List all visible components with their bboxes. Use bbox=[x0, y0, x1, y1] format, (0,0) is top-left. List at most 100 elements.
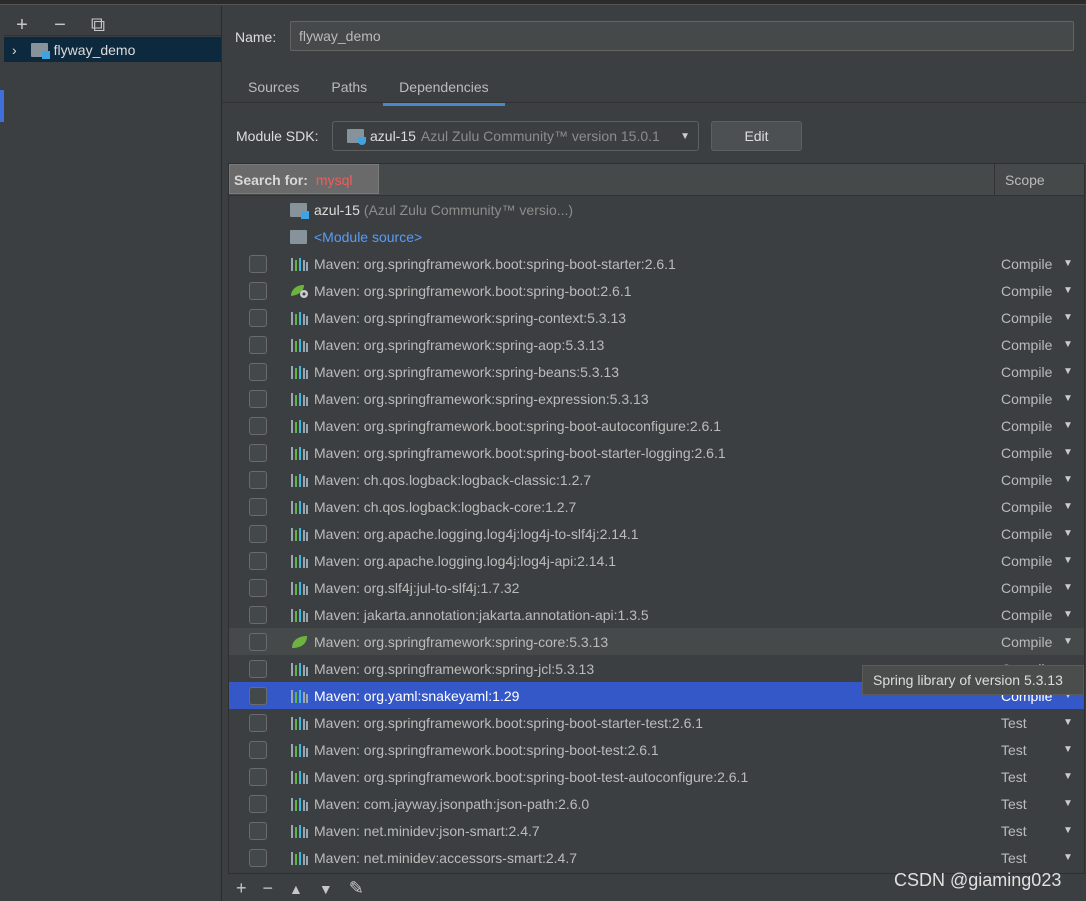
chevron-down-icon[interactable]: ▼ bbox=[1063, 717, 1073, 728]
chevron-right-icon[interactable]: › bbox=[12, 42, 17, 58]
export-checkbox[interactable] bbox=[249, 632, 267, 651]
scope-select[interactable]: Compile bbox=[1001, 418, 1052, 434]
chevron-down-icon[interactable]: ▼ bbox=[1063, 798, 1073, 809]
scope-select[interactable]: Compile bbox=[1001, 634, 1052, 650]
export-checkbox[interactable] bbox=[249, 794, 267, 813]
chevron-down-icon[interactable]: ▼ bbox=[1063, 825, 1073, 836]
dependency-row[interactable]: Maven: org.apache.logging.log4j:log4j-ap… bbox=[229, 547, 1084, 574]
scope-select[interactable]: Compile bbox=[1001, 553, 1052, 569]
chevron-down-icon[interactable]: ▼ bbox=[1063, 636, 1073, 647]
dependency-row[interactable]: Maven: org.springframework.boot:spring-b… bbox=[229, 412, 1084, 439]
chevron-down-icon[interactable]: ▼ bbox=[1063, 474, 1073, 485]
scope-select[interactable]: Compile bbox=[1001, 445, 1052, 461]
chevron-down-icon[interactable]: ▼ bbox=[1063, 393, 1073, 404]
dependency-row[interactable]: Maven: org.springframework.boot:spring-b… bbox=[229, 709, 1084, 736]
dependency-row[interactable]: Maven: org.springframework.boot:spring-b… bbox=[229, 736, 1084, 763]
add-module-button[interactable]: + bbox=[12, 14, 32, 37]
dependency-row[interactable]: Maven: org.springframework.boot:spring-b… bbox=[229, 277, 1084, 304]
move-down-button[interactable]: ▼ bbox=[319, 878, 333, 899]
chevron-down-icon[interactable]: ▼ bbox=[1063, 366, 1073, 377]
export-checkbox[interactable] bbox=[249, 686, 267, 705]
export-checkbox[interactable] bbox=[249, 335, 267, 354]
dependency-row[interactable]: Maven: net.minidev:json-smart:2.4.7 Test… bbox=[229, 817, 1084, 844]
module-source-row[interactable]: <Module source> bbox=[229, 223, 1084, 250]
scope-select[interactable]: Test bbox=[1001, 796, 1027, 812]
scope-select[interactable]: Test bbox=[1001, 850, 1027, 866]
export-checkbox[interactable] bbox=[249, 578, 267, 597]
dependency-row[interactable]: Maven: com.jayway.jsonpath:json-path:2.6… bbox=[229, 790, 1084, 817]
copy-module-button[interactable]: ⧉ bbox=[88, 14, 108, 37]
export-checkbox[interactable] bbox=[249, 281, 267, 300]
scope-select[interactable]: Compile bbox=[1001, 391, 1052, 407]
dependency-row[interactable]: Maven: org.springframework:spring-contex… bbox=[229, 304, 1084, 331]
scope-select[interactable]: Compile bbox=[1001, 499, 1052, 515]
dependency-row[interactable]: Maven: ch.qos.logback:logback-classic:1.… bbox=[229, 466, 1084, 493]
export-checkbox[interactable] bbox=[249, 848, 267, 867]
dependency-row[interactable]: Maven: ch.qos.logback:logback-core:1.2.7… bbox=[229, 493, 1084, 520]
dependency-row[interactable]: Maven: org.springframework.boot:spring-b… bbox=[229, 763, 1084, 790]
sdk-row[interactable]: azul-15 (Azul Zulu Community™ versio...) bbox=[229, 196, 1084, 223]
edit-sdk-button[interactable]: Edit bbox=[711, 121, 802, 151]
remove-module-button[interactable]: − bbox=[50, 14, 70, 37]
dependency-row[interactable]: Maven: org.springframework:spring-aop:5.… bbox=[229, 331, 1084, 358]
chevron-down-icon[interactable]: ▼ bbox=[1063, 555, 1073, 566]
export-checkbox[interactable] bbox=[249, 551, 267, 570]
export-checkbox[interactable] bbox=[249, 443, 267, 462]
chevron-down-icon[interactable]: ▼ bbox=[1063, 771, 1073, 782]
dependency-row[interactable]: Maven: net.minidev:accessors-smart:2.4.7… bbox=[229, 844, 1084, 871]
export-checkbox[interactable] bbox=[249, 713, 267, 732]
add-dependency-button[interactable]: + bbox=[236, 878, 247, 899]
chevron-down-icon[interactable]: ▼ bbox=[1063, 501, 1073, 512]
chevron-down-icon[interactable]: ▼ bbox=[1063, 420, 1073, 431]
export-checkbox[interactable] bbox=[249, 767, 267, 786]
scope-column-header[interactable]: Scope bbox=[994, 164, 1055, 195]
name-input[interactable]: flyway_demo bbox=[290, 21, 1074, 51]
remove-dependency-button[interactable]: − bbox=[263, 878, 274, 899]
export-checkbox[interactable] bbox=[249, 416, 267, 435]
chevron-down-icon[interactable]: ▼ bbox=[1063, 744, 1073, 755]
scope-select[interactable]: Compile bbox=[1001, 526, 1052, 542]
export-checkbox[interactable] bbox=[249, 740, 267, 759]
scope-select[interactable]: Compile bbox=[1001, 364, 1052, 380]
dependency-row[interactable]: Maven: org.springframework:spring-expres… bbox=[229, 385, 1084, 412]
move-up-button[interactable]: ▲ bbox=[289, 878, 303, 899]
export-checkbox[interactable] bbox=[249, 308, 267, 327]
chevron-down-icon[interactable]: ▼ bbox=[1063, 447, 1073, 458]
export-checkbox[interactable] bbox=[249, 254, 267, 273]
chevron-down-icon[interactable]: ▼ bbox=[1063, 258, 1073, 269]
export-checkbox[interactable] bbox=[249, 497, 267, 516]
scope-select[interactable]: Compile bbox=[1001, 607, 1052, 623]
export-checkbox[interactable] bbox=[249, 389, 267, 408]
chevron-down-icon[interactable]: ▼ bbox=[1063, 609, 1073, 620]
export-checkbox[interactable] bbox=[249, 659, 267, 678]
scope-select[interactable]: Compile bbox=[1001, 337, 1052, 353]
module-sdk-select[interactable]: azul-15 Azul Zulu Community™ version 15.… bbox=[332, 121, 699, 151]
scope-select[interactable]: Test bbox=[1001, 769, 1027, 785]
dependency-row[interactable]: Maven: org.springframework:spring-beans:… bbox=[229, 358, 1084, 385]
dependency-row[interactable]: Maven: jakarta.annotation:jakarta.annota… bbox=[229, 601, 1084, 628]
tree-item-flyway-demo[interactable]: › flyway_demo bbox=[4, 37, 221, 62]
chevron-down-icon[interactable]: ▼ bbox=[1063, 528, 1073, 539]
dependency-row[interactable]: Maven: org.springframework.boot:spring-b… bbox=[229, 439, 1084, 466]
chevron-down-icon[interactable]: ▼ bbox=[1063, 339, 1073, 350]
export-checkbox[interactable] bbox=[249, 821, 267, 840]
chevron-down-icon[interactable]: ▼ bbox=[1063, 582, 1073, 593]
search-query[interactable]: mysql bbox=[316, 172, 353, 188]
scope-select[interactable]: Compile bbox=[1001, 310, 1052, 326]
chevron-down-icon[interactable]: ▼ bbox=[1063, 312, 1073, 323]
export-checkbox[interactable] bbox=[249, 524, 267, 543]
chevron-down-icon[interactable]: ▼ bbox=[1063, 852, 1073, 863]
search-popup[interactable]: Search for: mysql bbox=[229, 164, 379, 194]
export-checkbox[interactable] bbox=[249, 470, 267, 489]
scope-select[interactable]: Compile bbox=[1001, 283, 1052, 299]
edit-dependency-button[interactable]: ✎ bbox=[349, 878, 364, 899]
scope-select[interactable]: Test bbox=[1001, 742, 1027, 758]
chevron-down-icon[interactable]: ▼ bbox=[1063, 285, 1073, 296]
scope-select[interactable]: Test bbox=[1001, 823, 1027, 839]
dependency-row[interactable]: Maven: org.slf4j:jul-to-slf4j:1.7.32 Com… bbox=[229, 574, 1084, 601]
scope-select[interactable]: Compile bbox=[1001, 256, 1052, 272]
dependency-row[interactable]: Maven: org.springframework:spring-core:5… bbox=[229, 628, 1084, 655]
scope-select[interactable]: Compile bbox=[1001, 580, 1052, 596]
dependency-row[interactable]: Maven: org.springframework.boot:spring-b… bbox=[229, 250, 1084, 277]
export-checkbox[interactable] bbox=[249, 605, 267, 624]
